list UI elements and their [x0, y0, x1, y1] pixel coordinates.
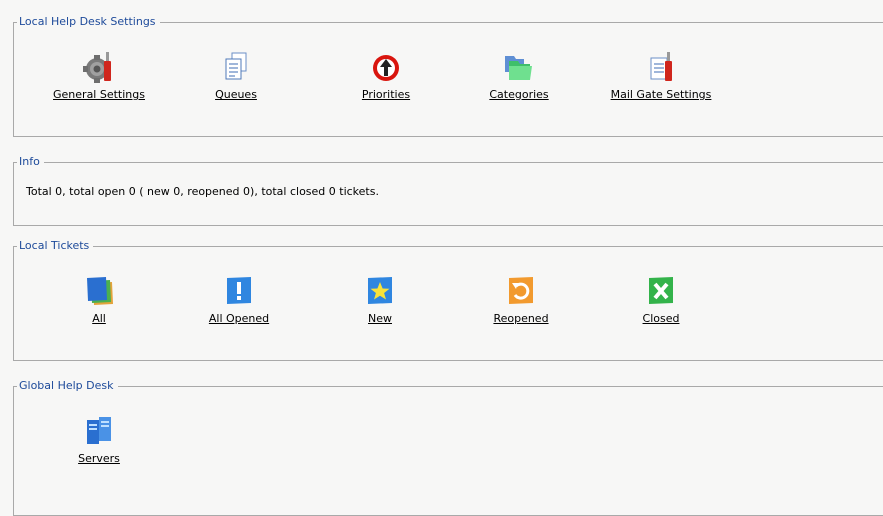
new-tickets-label[interactable]: New — [368, 312, 392, 326]
documents-icon — [225, 52, 247, 80]
servers-label[interactable]: Servers — [78, 452, 120, 466]
closed-ticket-icon — [649, 277, 673, 304]
ticket-summary-text: Total 0, total open 0 ( new 0, reopened … — [26, 185, 379, 198]
tickets-stack-icon — [87, 277, 113, 305]
settings-gear-icon — [83, 52, 111, 83]
group-title: Local Help Desk Settings — [17, 15, 160, 29]
local-tickets-group: Local Tickets All All Opened New Reopene… — [13, 239, 883, 361]
global-help-desk-group: Global Help Desk Servers — [13, 379, 883, 516]
info-group: Info Total 0, total open 0 ( new 0, reop… — [13, 155, 883, 226]
reopened-tickets-label[interactable]: Reopened — [493, 312, 548, 326]
exclamation-ticket-icon — [227, 277, 251, 304]
queues-label[interactable]: Queues — [215, 88, 257, 102]
mail-gate-icon — [650, 52, 672, 81]
local-help-desk-settings-group: Local Help Desk Settings General Setting… — [13, 15, 883, 137]
reopen-ticket-icon — [509, 277, 533, 304]
closed-tickets-label[interactable]: Closed — [643, 312, 680, 326]
folders-icon — [505, 56, 532, 80]
group-title: Local Tickets — [17, 239, 94, 253]
mail-gate-settings-label[interactable]: Mail Gate Settings — [611, 88, 712, 102]
all-opened-tickets-label[interactable]: All Opened — [209, 312, 269, 326]
categories-label[interactable]: Categories — [489, 88, 548, 102]
priorities-label[interactable]: Priorities — [362, 88, 410, 102]
all-tickets-label[interactable]: All — [92, 312, 106, 326]
priority-arrow-icon — [373, 55, 399, 81]
group-title: Info — [17, 155, 44, 169]
group-title: Global Help Desk — [17, 379, 118, 393]
servers-icon — [87, 417, 111, 444]
star-ticket-icon — [368, 277, 392, 304]
general-settings-label[interactable]: General Settings — [53, 88, 145, 102]
